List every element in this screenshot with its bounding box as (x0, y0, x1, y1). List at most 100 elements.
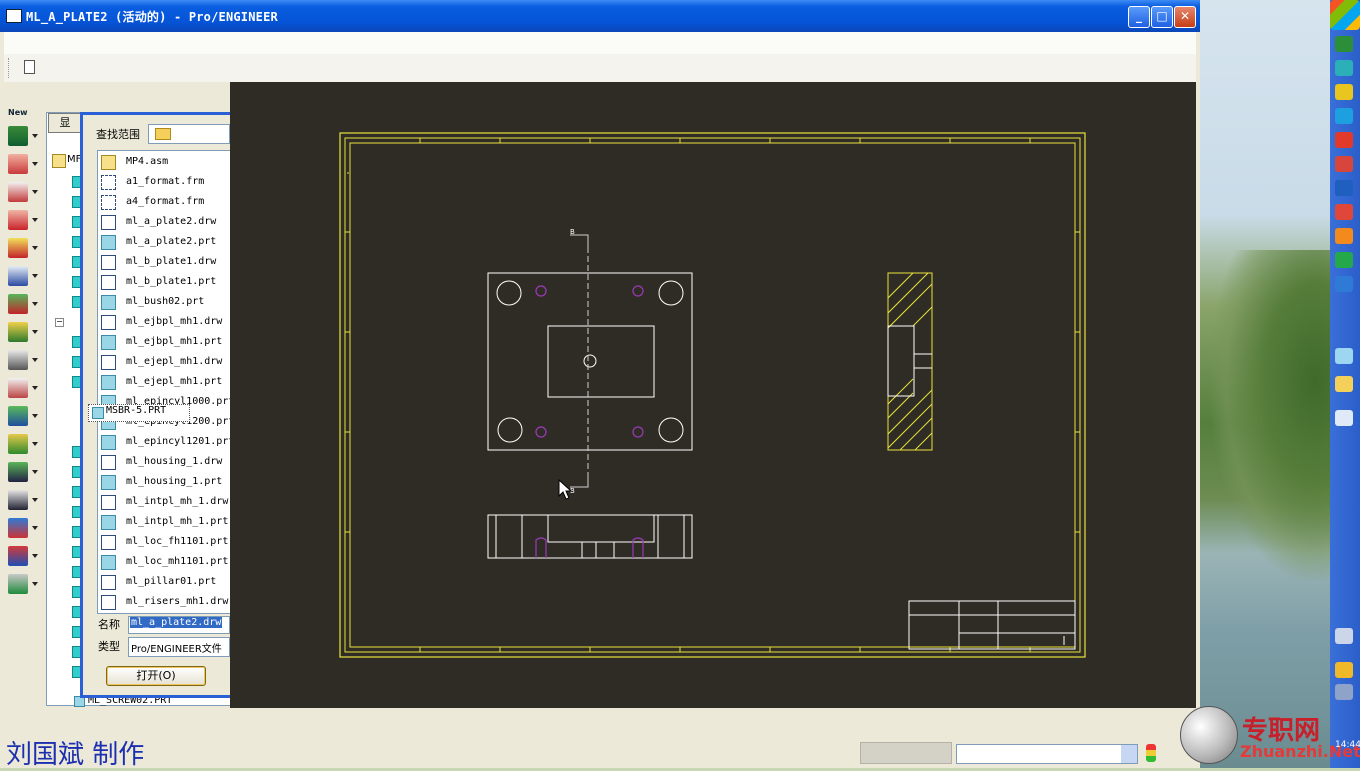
globe-icon[interactable] (1335, 108, 1353, 124)
file-item[interactable]: ml_epincyl1201.prt (101, 433, 231, 451)
file-item[interactable]: ml_risers_mh1.drw (101, 593, 231, 611)
file-name: ml_housing_1.drw (126, 456, 223, 467)
file-item[interactable]: ml_ejepl_mh1.prt (101, 373, 231, 391)
mouse-cursor (558, 478, 573, 500)
drw-file-icon (101, 315, 116, 330)
file-item[interactable]: ml_a_plate2.drw (101, 213, 231, 231)
close-button[interactable]: ✕ (1174, 6, 1196, 28)
shield-icon[interactable] (1335, 36, 1353, 52)
grid-icon[interactable] (8, 518, 38, 538)
file-item[interactable]: ml_housing_1.prt (101, 473, 231, 491)
file-item[interactable]: ml_ejepl_mh1.drw (101, 353, 231, 371)
file-name: ml_ejepl_mh1.prt (126, 376, 223, 387)
database-icon[interactable] (8, 378, 38, 398)
dimension-icon[interactable] (8, 294, 38, 314)
window-title: ML_A_PLATE2 (活动的) - Pro/ENGINEER (26, 10, 278, 24)
minimize-button[interactable]: _ (1128, 6, 1150, 28)
name-label: 名称 (98, 618, 120, 631)
file-item[interactable]: ml_ejbpl_mh1.drw (101, 313, 231, 331)
tool-icon[interactable] (1335, 156, 1353, 172)
file-item[interactable]: ml_bush02.prt (101, 293, 231, 311)
file-item[interactable]: ml_loc_fh1101.prt (101, 533, 231, 551)
show-button[interactable]: 显 (48, 113, 82, 133)
hammer-icon[interactable] (8, 434, 38, 454)
network-icon[interactable] (1335, 684, 1353, 700)
tray-app-icon[interactable] (1335, 662, 1353, 678)
drw-file-icon (101, 215, 116, 230)
pencil-icon[interactable] (8, 182, 38, 202)
plate-front-view[interactable] (487, 514, 693, 559)
collapse-toggle[interactable]: − (55, 318, 64, 327)
file-name: MP4.asm (126, 156, 169, 167)
file-item[interactable]: MP4.asm (101, 153, 231, 171)
file-name: a4_format.frm (126, 196, 205, 207)
file-item[interactable]: ml_intpl_mh_1.drw (101, 493, 231, 511)
keyboard-icon[interactable] (1335, 628, 1353, 644)
view-icon[interactable] (8, 154, 38, 174)
file-item[interactable]: ml_intpl_mh_1.prt (101, 513, 231, 531)
surface-icon[interactable] (8, 574, 38, 594)
angle-icon[interactable] (8, 406, 38, 426)
edit-icon[interactable] (8, 266, 38, 286)
drw-file-icon (101, 495, 116, 510)
file-item[interactable]: ml_b_plate1.prt (101, 273, 231, 291)
plate-section-view[interactable] (887, 272, 933, 451)
plate-top-view[interactable] (487, 272, 693, 451)
drw-file-icon (101, 575, 116, 590)
drag-item-label: MSBR-5.PRT (106, 405, 167, 416)
file-item[interactable]: ml_ejbpl_mh1.prt (101, 333, 231, 351)
prt-file-icon (101, 335, 116, 350)
question-icon[interactable] (8, 490, 38, 510)
asm-file-icon (101, 155, 116, 170)
traffic-light-icon[interactable] (1146, 744, 1156, 762)
file-name: ml_housing_1.prt (126, 476, 223, 487)
file-item[interactable]: ml_pillar01.prt (101, 573, 231, 591)
filter-select[interactable] (956, 744, 1138, 764)
ie-icon[interactable] (1335, 276, 1353, 292)
clock[interactable]: 14:44 (1335, 740, 1360, 750)
prt-file-icon (101, 235, 116, 250)
warning-icon[interactable] (1335, 84, 1353, 100)
maximize-button[interactable]: □ (1151, 6, 1173, 28)
toolbar-grip[interactable] (8, 58, 11, 78)
note-icon[interactable] (8, 322, 38, 342)
file-item[interactable]: ml_housing_1.drw (101, 453, 231, 471)
drw-file-icon (101, 535, 116, 550)
lookin-select[interactable] (148, 124, 230, 144)
user-icon[interactable] (1335, 180, 1353, 196)
windows-logo-icon[interactable] (1330, 0, 1360, 30)
app-icon[interactable] (6, 9, 22, 23)
shield-green-icon[interactable] (1335, 252, 1353, 268)
brush-icon[interactable] (8, 210, 38, 230)
hand-icon[interactable] (1335, 228, 1353, 244)
file-item[interactable]: ml_loc_mh1101.prt (101, 553, 231, 571)
title-block[interactable] (908, 600, 1076, 650)
flower-icon[interactable] (1335, 132, 1353, 148)
type-label: 类型 (98, 640, 120, 653)
balloon-icon[interactable] (8, 546, 38, 566)
open-button[interactable]: 打开(O) (106, 666, 206, 686)
folder-icon[interactable] (1335, 376, 1353, 392)
file-name: ml_epincyl1201.prt (126, 436, 231, 447)
top-toolbar (4, 54, 1196, 82)
drawing-canvas[interactable]: B B (230, 82, 1196, 708)
assembly-icon (52, 154, 66, 168)
symbol-icon[interactable] (8, 462, 38, 482)
desktop-icon[interactable] (1335, 348, 1353, 364)
file-item[interactable]: a1_format.frm (101, 173, 231, 191)
file-item[interactable]: ml_a_plate2.prt (101, 233, 231, 251)
file-item[interactable]: a4_format.frm (101, 193, 231, 211)
new-file-icon[interactable] (24, 60, 35, 74)
layout-icon[interactable] (8, 126, 38, 146)
table-icon[interactable] (8, 350, 38, 370)
file-name: ml_intpl_mh_1.drw (126, 496, 229, 507)
file-item[interactable]: ml_b_plate1.drw (101, 253, 231, 271)
prt-file-icon (101, 295, 116, 310)
window-icon[interactable] (1335, 410, 1353, 426)
file-name: ml_ejbpl_mh1.drw (126, 316, 223, 327)
sketch-icon[interactable] (8, 238, 38, 258)
app-icon[interactable] (1335, 204, 1353, 220)
file-name-value[interactable]: ml_a_plate2.drw (130, 617, 223, 628)
refresh-icon[interactable] (1335, 60, 1353, 76)
chevron-down-icon[interactable] (1121, 745, 1137, 763)
